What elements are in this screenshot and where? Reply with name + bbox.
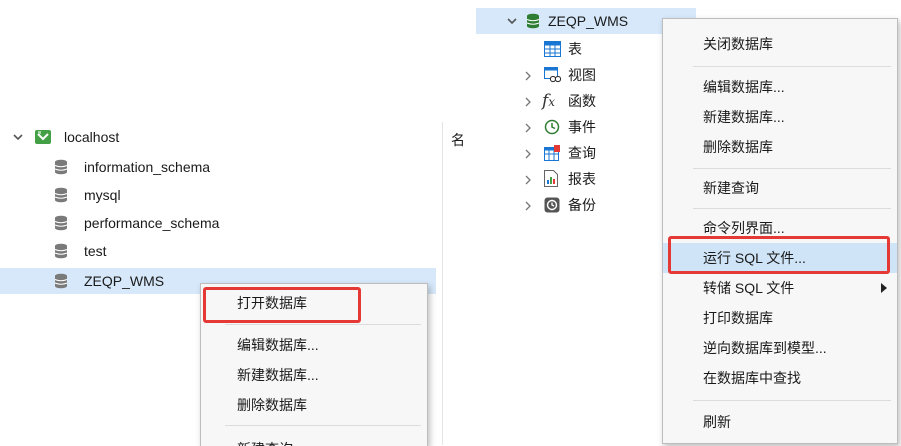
menu-item-label: 刷新 [703,414,731,430]
menu-separator [693,168,891,169]
menu-item-dump-sql-file[interactable]: 转储 SQL 文件 [663,273,897,303]
right-context-menu: 关闭数据库 编辑数据库... 新建数据库... 删除数据库 新建查询 命令列界面… [662,18,898,444]
menu-item-label: 在数据库中查找 [703,370,801,386]
annotation-highlight-box [203,287,361,323]
menu-item-new-database[interactable]: 新建数据库... [201,360,427,390]
menu-item-edit-database[interactable]: 编辑数据库... [663,72,897,102]
database-icon [54,273,68,289]
menu-item-new-database[interactable]: 新建数据库... [663,102,897,132]
menu-item-new-query[interactable]: 新建查询 [663,173,897,203]
chevron-right-icon[interactable] [524,123,532,133]
menu-item-label: 编辑数据库... [237,337,319,353]
menu-item-label: 新建查询 [703,180,759,196]
tree-item-events[interactable]: 事件 [520,114,660,140]
connection-icon [35,130,51,144]
database-icon [54,243,68,259]
submenu-arrow-icon [881,283,887,293]
backup-icon [544,197,560,213]
database-icon [54,187,68,203]
menu-item-new-query[interactable]: 新建查询 [201,430,427,446]
menu-item-label: 删除数据库 [237,397,307,413]
tree-item-database[interactable]: information_schema [50,154,430,180]
menu-item-label: 新建数据库... [703,109,785,125]
chevron-right-icon[interactable] [524,97,532,107]
menu-separator [693,208,891,209]
clock-icon [544,119,560,135]
database-icon [54,159,68,175]
tree-item-label: 报表 [568,171,596,187]
view-icon [544,67,561,83]
menu-item-delete-database[interactable]: 删除数据库 [663,132,897,162]
menu-separator [693,400,891,401]
menu-separator [225,425,421,426]
query-icon [544,145,560,161]
database-label: mysql [84,187,121,203]
column-header-name: 名 [451,132,465,148]
chevron-down-icon[interactable] [12,131,24,143]
menu-item-label: 编辑数据库... [703,79,785,95]
table-icon [544,41,561,57]
database-label: ZEQP_WMS [548,13,629,29]
function-icon: fx [542,91,556,111]
tree-item-label: 查询 [568,145,596,161]
tree-item-functions[interactable]: fx 函数 [520,88,660,114]
database-label: information_schema [84,159,211,175]
tree-item-tables[interactable]: 表 [540,36,660,62]
tree-item-views[interactable]: 视图 [520,62,660,88]
tree-item-label: 事件 [568,119,596,135]
chevron-down-icon[interactable] [506,15,518,27]
menu-item-label: 转储 SQL 文件 [703,280,795,296]
menu-item-label: 删除数据库 [703,139,773,155]
tree-item-database[interactable]: test [50,238,430,264]
tree-item-queries[interactable]: 查询 [520,140,660,166]
database-label: ZEQP_WMS [84,273,165,289]
annotation-highlight-box [668,236,890,274]
menu-item-print-database[interactable]: 打印数据库 [663,303,897,333]
menu-separator [225,324,421,325]
connection-label: localhost [64,129,120,145]
menu-item-edit-database[interactable]: 编辑数据库... [201,330,427,360]
menu-item-label: 关闭数据库 [703,36,773,52]
column-divider [442,122,443,445]
tree-item-database[interactable]: performance_schema [50,210,430,236]
menu-item-label: 新建数据库... [237,367,319,383]
tree-item-reports[interactable]: 报表 [520,166,660,192]
chevron-right-icon[interactable] [524,175,532,185]
database-icon [526,13,540,29]
tree-item-database[interactable]: mysql [50,182,430,208]
menu-item-reverse-to-model[interactable]: 逆向数据库到模型... [663,333,897,363]
tree-item-label: 函数 [568,93,596,109]
menu-item-refresh[interactable]: 刷新 [663,407,897,437]
menu-item-close-database[interactable]: 关闭数据库 [663,29,897,59]
menu-item-label: 新建查询 [237,434,293,446]
chevron-right-icon[interactable] [524,149,532,159]
menu-item-label: 打印数据库 [703,310,773,326]
menu-separator [693,66,891,67]
tree-item-localhost[interactable]: localhost [8,124,428,150]
tree-item-label: 表 [568,41,582,57]
tree-item-label: 视图 [568,67,596,83]
tree-item-backups[interactable]: 备份 [520,192,660,218]
chevron-right-icon[interactable] [524,201,532,211]
menu-item-delete-database[interactable]: 删除数据库 [201,390,427,420]
database-icon [54,215,68,231]
tree-item-label: 备份 [568,197,596,213]
database-label: performance_schema [84,215,220,231]
database-label: test [84,243,107,259]
menu-item-label: 逆向数据库到模型... [703,340,827,356]
chevron-right-icon[interactable] [524,71,532,81]
report-icon [544,170,558,187]
menu-item-find-in-database[interactable]: 在数据库中查找 [663,363,897,393]
